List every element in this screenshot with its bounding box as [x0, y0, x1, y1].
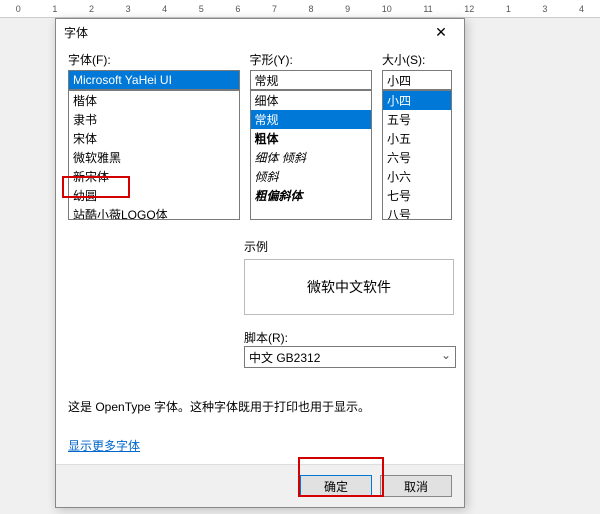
style-listbox[interactable]: 细体常规粗体细体 倾斜倾斜粗偏斜体	[250, 90, 373, 220]
script-label: 脚本(R):	[244, 331, 288, 345]
list-item[interactable]: 宋体	[69, 129, 239, 148]
font-input[interactable]	[68, 70, 240, 90]
style-label: 字形(Y):	[250, 51, 373, 68]
list-item[interactable]: 五号	[383, 110, 451, 129]
list-item[interactable]: 隶书	[69, 110, 239, 129]
list-item[interactable]: 六号	[383, 148, 451, 167]
list-item[interactable]: 粗体	[251, 129, 372, 148]
button-row: 确定 取消	[56, 464, 464, 507]
list-item[interactable]: 小四	[383, 91, 451, 110]
sample-label: 示例	[244, 238, 454, 255]
dialog-title: 字体	[64, 24, 426, 41]
font-label: 字体(F):	[68, 51, 240, 68]
font-dialog: 字体 ✕ 字体(F): 楷体隶书宋体微软雅黑新宋体幼圆站酷小薇LOGO体 字形(…	[55, 18, 465, 508]
list-item[interactable]: 八号	[383, 205, 451, 220]
list-item[interactable]: 细体 倾斜	[251, 148, 372, 167]
list-item[interactable]: 幼圆	[69, 186, 239, 205]
dialog-content: 字体(F): 楷体隶书宋体微软雅黑新宋体幼圆站酷小薇LOGO体 字形(Y): 细…	[56, 45, 464, 464]
font-listbox[interactable]: 楷体隶书宋体微软雅黑新宋体幼圆站酷小薇LOGO体	[68, 90, 240, 220]
list-item[interactable]: 微软雅黑	[69, 148, 239, 167]
list-item[interactable]: 细体	[251, 91, 372, 110]
list-item[interactable]: 七号	[383, 186, 451, 205]
ok-button[interactable]: 确定	[300, 475, 372, 497]
script-select[interactable]: 中文 GB2312	[244, 346, 456, 368]
list-item[interactable]: 倾斜	[251, 167, 372, 186]
list-item[interactable]: 常规	[251, 110, 372, 129]
cancel-button[interactable]: 取消	[380, 475, 452, 497]
info-text: 这是 OpenType 字体。这种字体既用于打印也用于显示。	[68, 398, 452, 415]
sample-text: 微软中文软件	[307, 277, 391, 297]
list-item[interactable]: 粗偏斜体	[251, 186, 372, 205]
list-item[interactable]: 新宋体	[69, 167, 239, 186]
sample-box: 微软中文软件	[244, 259, 454, 315]
ruler: 0123456789101112134	[0, 0, 600, 18]
size-listbox[interactable]: 小四五号小五六号小六七号八号	[382, 90, 452, 220]
style-input[interactable]	[250, 70, 373, 90]
list-item[interactable]: 楷体	[69, 91, 239, 110]
close-icon[interactable]: ✕	[426, 22, 456, 42]
titlebar: 字体 ✕	[56, 19, 464, 45]
size-label: 大小(S):	[382, 51, 452, 68]
script-value: 中文 GB2312	[249, 351, 320, 365]
list-item[interactable]: 小五	[383, 129, 451, 148]
list-item[interactable]: 小六	[383, 167, 451, 186]
list-item[interactable]: 站酷小薇LOGO体	[69, 205, 239, 220]
more-fonts-link[interactable]: 显示更多字体	[68, 437, 452, 454]
size-input[interactable]	[382, 70, 452, 90]
